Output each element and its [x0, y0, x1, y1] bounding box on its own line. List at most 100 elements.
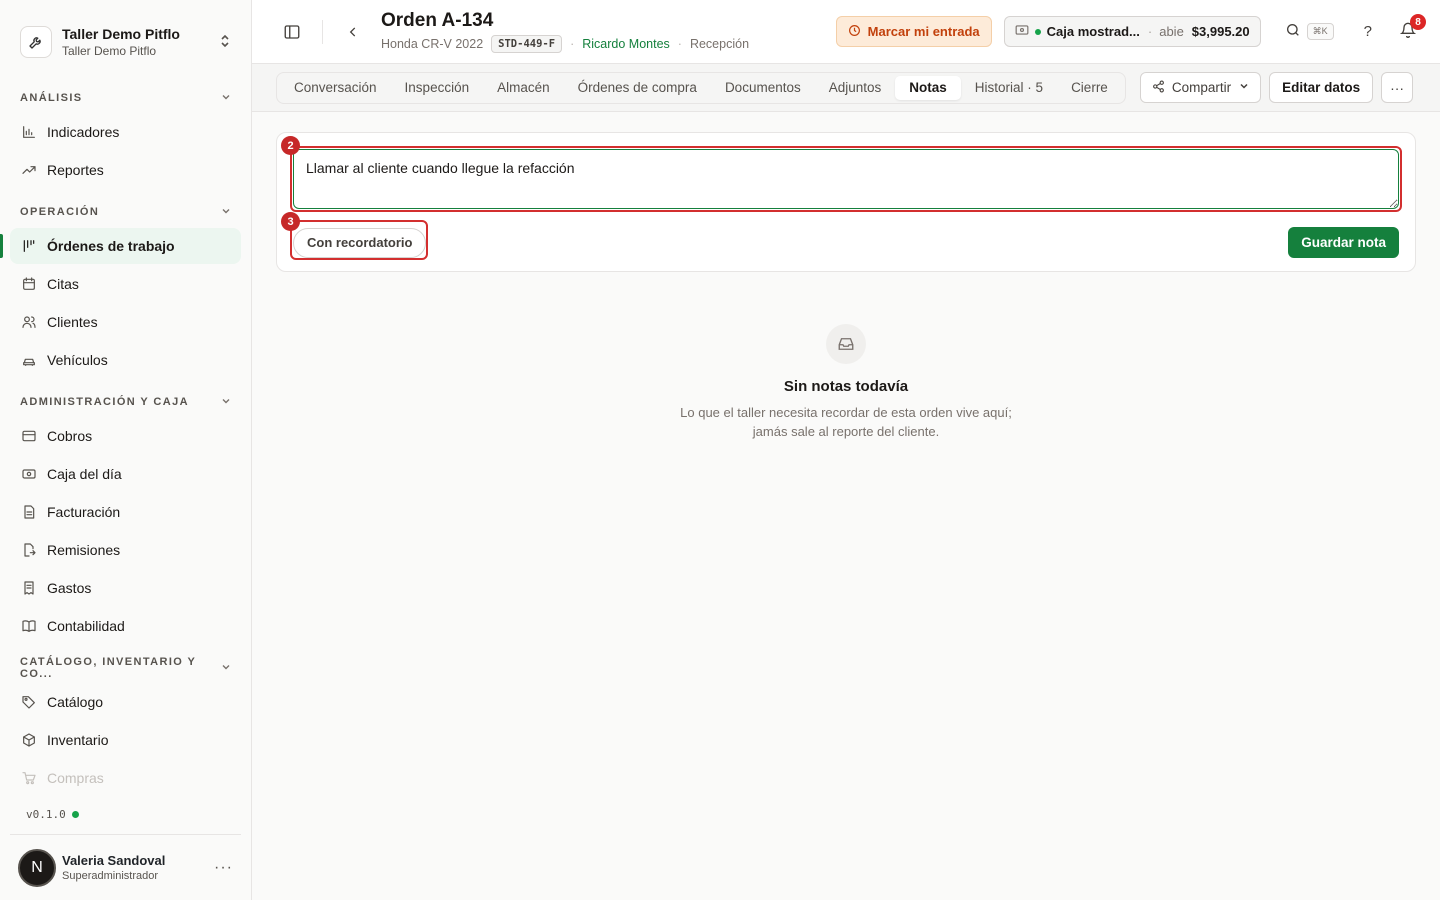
sidebar-item-label: Clientes [47, 314, 98, 330]
credit-card-icon [20, 427, 38, 445]
sidebar-item-label: Órdenes de trabajo [47, 238, 175, 254]
book-icon [20, 617, 38, 635]
trend-up-icon [20, 161, 38, 179]
sidebar-item-label: Reportes [47, 162, 104, 178]
sidebar: Taller Demo Pitflo Taller Demo Pitflo AN… [0, 0, 252, 900]
org-switcher[interactable]: Taller Demo Pitflo Taller Demo Pitflo [0, 0, 251, 68]
sidebar-item-label: Indicadores [47, 124, 120, 140]
chart-bars-icon [20, 123, 38, 141]
back-chevron-icon[interactable] [341, 20, 365, 44]
sidebar-item-label: Compras [47, 770, 104, 786]
invoice-icon [20, 503, 38, 521]
cash-name: Caja mostrad... [1046, 24, 1140, 39]
calendar-icon [20, 275, 38, 293]
annotation-badge-input: 2 [281, 136, 300, 155]
sidebar-item-gastos[interactable]: Gastos [10, 570, 241, 606]
help-icon[interactable]: ? [1364, 23, 1372, 40]
empty-line-1: Lo que el taller necesita recordar de es… [680, 405, 1012, 420]
sidebar-toggle-icon[interactable] [280, 20, 304, 44]
edit-data-button[interactable]: Editar datos [1269, 72, 1374, 103]
section-header-administracion-y-caja[interactable]: ADMINISTRACIÓN Y CAJA [10, 392, 241, 412]
sidebar-item-label: Inventario [47, 732, 109, 748]
section-header-operacion[interactable]: OPERACIÓN [10, 202, 241, 222]
more-horizontal-icon[interactable]: ··· [214, 859, 233, 877]
reminder-toggle[interactable]: Con recordatorio [293, 227, 427, 258]
clock-in-button[interactable]: Marcar mi entrada [835, 16, 992, 47]
tabs-bar: Conversación Inspección Almacén Órdenes de … [252, 64, 1440, 112]
sidebar-item-label: Remisiones [47, 542, 121, 558]
sidebar-item-clientes[interactable]: Clientes [10, 304, 241, 340]
tab-inspeccion[interactable]: Inspección [391, 76, 484, 100]
users-icon [20, 313, 38, 331]
sidebar-item-facturacion[interactable]: Facturación [10, 494, 241, 530]
search-button[interactable]: ⌘K [1285, 22, 1334, 41]
org-subtitle: Taller Demo Pitflo [62, 44, 157, 58]
user-role: Superadministrador [62, 870, 158, 882]
tab-historial-5[interactable]: Historial · 5 [961, 76, 1057, 100]
section-header-analisis[interactable]: ANÁLISIS [10, 88, 241, 108]
chevron-down-icon [221, 662, 231, 675]
sidebar-item-citas[interactable]: Citas [10, 266, 241, 302]
section-title: OPERACIÓN [20, 206, 100, 218]
sidebar-item-inventario[interactable]: Inventario [10, 722, 241, 758]
sidebar-item-ordenes-de-trabajo[interactable]: Órdenes de trabajo [10, 228, 241, 264]
notification-badge: 8 [1410, 14, 1426, 30]
vehicle-label: Honda CR-V 2022 [381, 37, 484, 51]
version-text: v0.1.0 [26, 807, 66, 821]
inbox-icon [826, 324, 866, 364]
sidebar-item-compras[interactable]: Compras [10, 760, 241, 796]
clock-icon [848, 24, 861, 40]
section-title: CATÁLOGO, INVENTARIO Y CO... [20, 656, 197, 680]
tab-documentos[interactable]: Documentos [711, 76, 815, 100]
tags-icon [20, 693, 38, 711]
empty-line-2: jamás sale al reporte del cliente. [752, 424, 940, 439]
receipt-icon [20, 579, 38, 597]
sidebar-item-indicadores[interactable]: Indicadores [10, 114, 241, 150]
sidebar-item-label: Caja del día [47, 466, 122, 482]
more-actions-button[interactable]: ··· [1381, 72, 1414, 103]
annotation-badge-reminder: 3 [281, 212, 300, 231]
tab-cierre[interactable]: Cierre [1057, 76, 1122, 100]
chevron-down-icon [221, 206, 231, 219]
tab-notas[interactable]: Notas [895, 75, 961, 100]
clock-in-label: Marcar mi entrada [867, 24, 980, 39]
tab-adjuntos[interactable]: Adjuntos [815, 76, 896, 100]
tab-almacen[interactable]: Almacén [483, 76, 564, 100]
notes-panel: Con recordatorio Guardar nota 2 3 Sin no… [252, 112, 1440, 900]
sidebar-item-label: Vehículos [47, 352, 108, 368]
cash-icon [1015, 24, 1029, 39]
box-icon [20, 731, 38, 749]
notifications-button[interactable]: 8 [1399, 14, 1426, 41]
empty-title: Sin notas todavía [783, 378, 909, 395]
share-label: Compartir [1171, 80, 1232, 95]
sidebar-item-contabilidad[interactable]: Contabilidad [10, 608, 241, 644]
save-note-button[interactable]: Guardar nota [1288, 227, 1399, 258]
tab-conversacion[interactable]: Conversación [280, 76, 391, 100]
car-icon [20, 351, 38, 369]
client-link[interactable]: Ricardo Montes [582, 37, 670, 51]
divider [322, 19, 323, 44]
sidebar-item-label: Catálogo [47, 694, 104, 710]
empty-description: Lo que el taller necesita recordar de es… [666, 403, 1026, 441]
note-composer: Con recordatorio Guardar nota 2 3 [276, 132, 1416, 272]
shortcut-hint: ⌘K [1306, 23, 1334, 40]
cash-register-button[interactable]: Caja mostrad... · abie $3,995.20 [1003, 16, 1261, 47]
sidebar-item-cobros[interactable]: Cobros [10, 418, 241, 454]
sidebar-item-catalogo[interactable]: Catálogo [10, 684, 241, 720]
section-title: ANÁLISIS [20, 92, 83, 104]
share-button[interactable]: Compartir [1139, 72, 1262, 103]
section-title: ADMINISTRACIÓN Y CAJA [20, 396, 189, 408]
org-name: Taller Demo Pitflo [62, 26, 180, 42]
sidebar-item-label: Gastos [47, 580, 92, 596]
section-header-catalogo-inventario-y-co[interactable]: CATÁLOGO, INVENTARIO Y CO... [10, 656, 241, 680]
tab-ordenes-de-compra[interactable]: Órdenes de compra [564, 76, 711, 100]
sidebar-nav: ANÁLISIS Indicadores Reportes OPERACIÓN Órde… [0, 68, 251, 802]
cash-status: abie [1159, 24, 1184, 39]
note-textarea[interactable] [293, 149, 1399, 209]
chevron-down-icon [1239, 81, 1249, 94]
sidebar-item-vehiculos[interactable]: Vehículos [10, 342, 241, 378]
sidebar-item-remisiones[interactable]: Remisiones [10, 532, 241, 568]
user-card[interactable]: N Valeria Sandoval Superadministrador ··… [10, 834, 241, 900]
sidebar-item-caja-del-dia[interactable]: Caja del día [10, 456, 241, 492]
sidebar-item-reportes[interactable]: Reportes [10, 152, 241, 188]
